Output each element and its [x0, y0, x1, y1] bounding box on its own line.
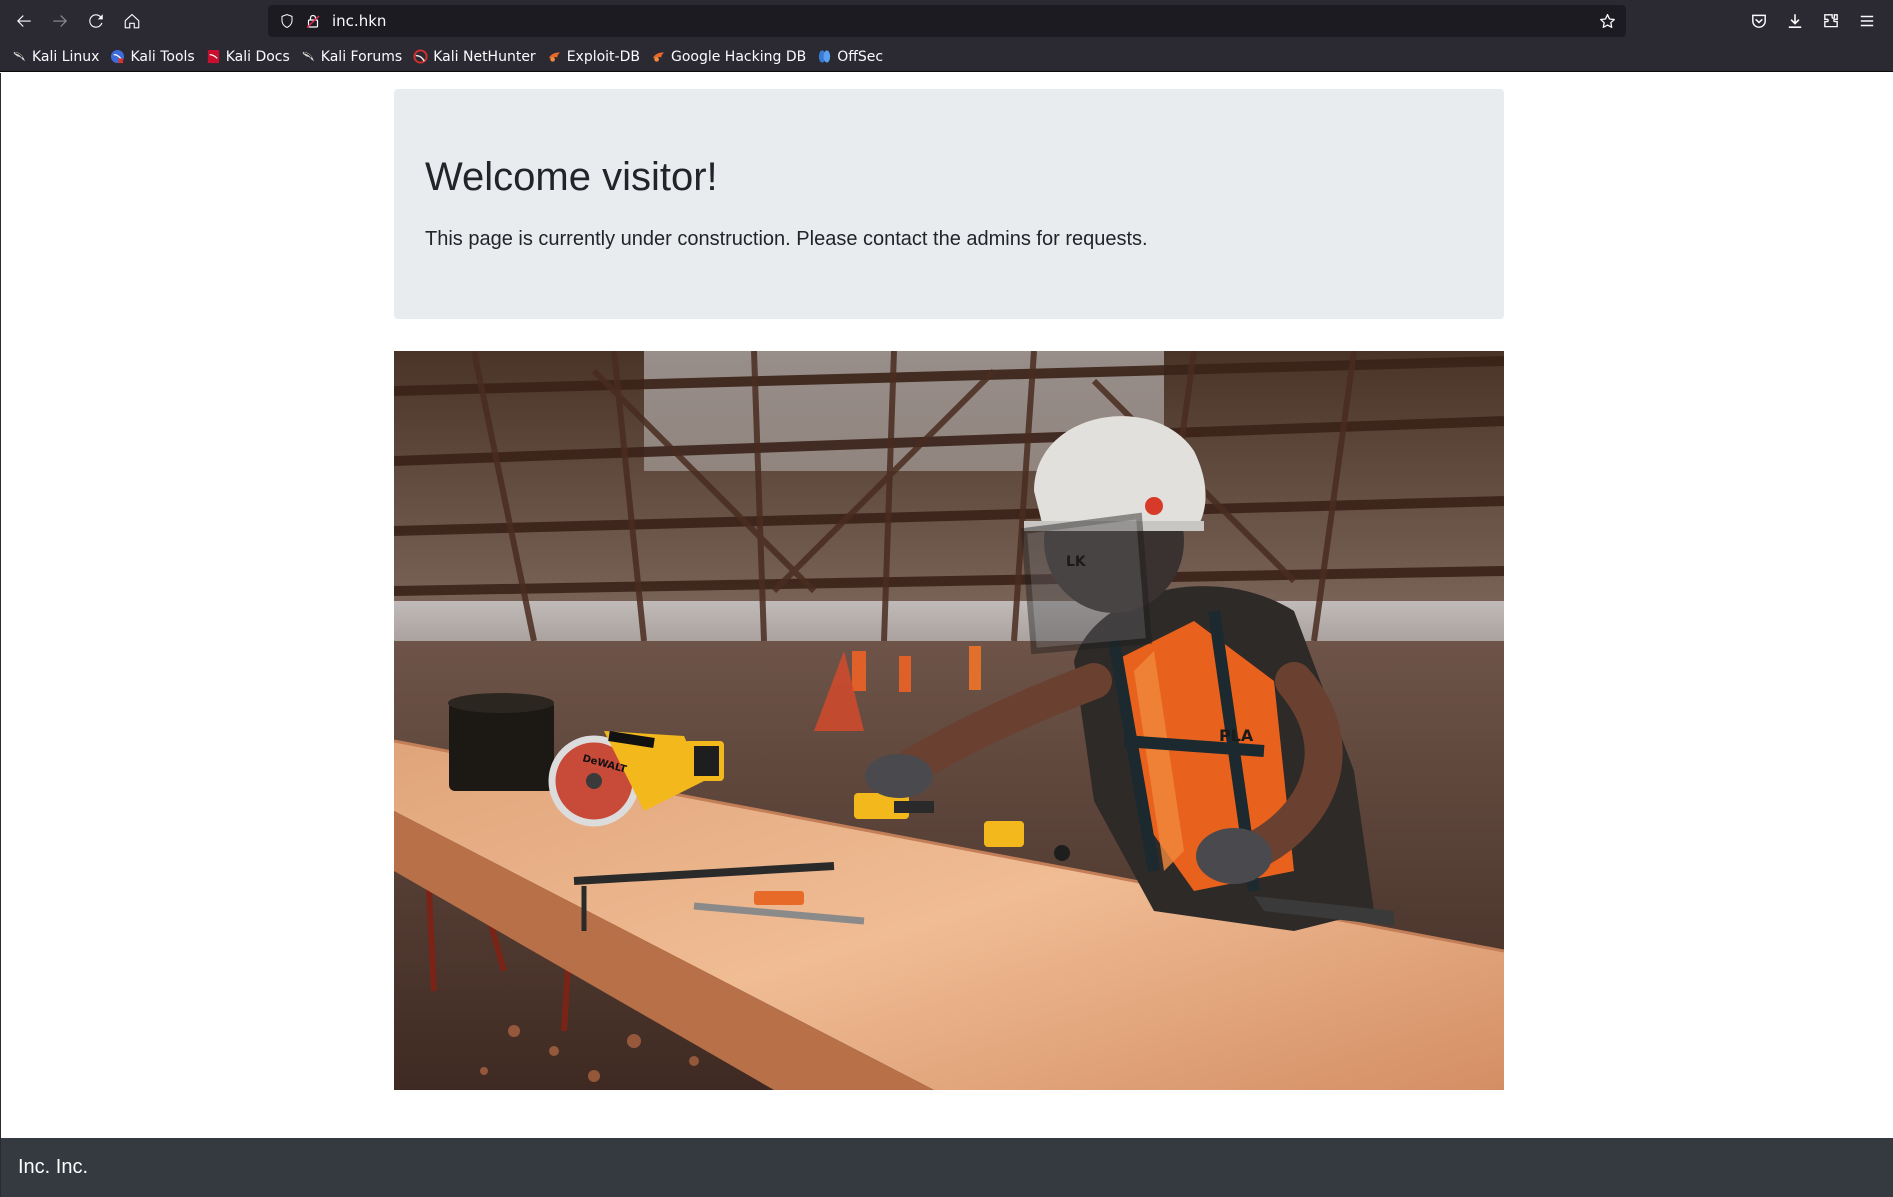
puzzle-icon [1824, 14, 1838, 28]
offsec-icon [819, 50, 831, 63]
extensions-button[interactable] [1813, 3, 1849, 39]
bookmark-google-hacking-db[interactable]: Google Hacking DB [651, 49, 806, 65]
browser-toolbar: inc.hkn [0, 0, 1893, 42]
bookmark-label: Kali NetHunter [433, 48, 536, 65]
nethunter-icon [413, 49, 428, 64]
construction-notice: This page is currently under constructio… [425, 228, 1148, 250]
kali-dragon-icon [302, 51, 314, 62]
kali-tools-icon [111, 49, 125, 64]
downloads-button[interactable] [1777, 3, 1813, 39]
shield-icon[interactable] [276, 10, 298, 32]
bookmark-label: Kali Docs [225, 48, 290, 65]
bookmarks-toolbar: Kali Linux Kali Tools Kali Docs Kali For… [0, 42, 1893, 72]
bookmark-kali-nethunter[interactable]: Kali NetHunter [413, 48, 536, 65]
forward-arrow-icon [53, 15, 67, 27]
toolbar-right-actions [1741, 3, 1885, 39]
kali-docs-icon [207, 49, 219, 64]
kali-dragon-icon [13, 51, 26, 62]
back-button[interactable] [6, 3, 42, 39]
home-button[interactable] [114, 3, 150, 39]
construction-scene-illustration: LK PLA DeWALT [394, 351, 1504, 1090]
bookmark-label: OffSec [837, 48, 884, 65]
bookmark-kali-tools[interactable]: Kali Tools [110, 48, 195, 65]
welcome-jumbotron: Welcome visitor! This page is currently … [394, 89, 1504, 319]
menu-button[interactable] [1849, 3, 1885, 39]
bookmark-star-icon[interactable] [1596, 10, 1618, 32]
pocket-icon [1752, 14, 1766, 28]
bookmark-kali-linux[interactable]: Kali Linux [12, 49, 99, 65]
bookmark-kali-forums[interactable]: Kali Forums [301, 49, 402, 65]
home-icon [124, 13, 140, 29]
forward-button[interactable] [42, 3, 78, 39]
construction-worker-photo: LK PLA DeWALT [394, 351, 1504, 1090]
bookmark-label: Kali Linux [32, 48, 100, 65]
address-bar[interactable]: inc.hkn [268, 5, 1626, 37]
page-title: Welcome visitor! [425, 155, 718, 199]
exploit-db-icon [548, 52, 560, 62]
helmet-text: LK [1066, 554, 1087, 570]
site-footer: Inc. Inc. [1, 1138, 1893, 1197]
pocket-button[interactable] [1741, 3, 1777, 39]
download-icon [1788, 14, 1802, 28]
bookmark-exploit-db[interactable]: Exploit-DB [547, 49, 640, 65]
vest-text: PLA [1219, 726, 1254, 745]
footer-text: Inc. Inc. [18, 1156, 89, 1178]
ghdb-icon [652, 52, 665, 62]
reload-button[interactable] [78, 3, 114, 39]
bookmark-kali-docs[interactable]: Kali Docs [206, 49, 290, 65]
url-text[interactable]: inc.hkn [332, 12, 386, 30]
page-viewport: Welcome visitor! This page is currently … [0, 73, 1893, 1197]
hamburger-menu-icon [1860, 15, 1874, 27]
reload-icon [89, 14, 103, 28]
bookmark-label: Kali Tools [130, 48, 195, 65]
insecure-lock-icon[interactable] [302, 10, 324, 32]
bookmark-offsec[interactable]: OffSec [817, 49, 883, 65]
bookmark-label: Kali Forums [320, 48, 403, 65]
bookmark-label: Google Hacking DB [670, 48, 807, 65]
back-arrow-icon [17, 15, 31, 27]
bookmark-label: Exploit-DB [566, 48, 640, 65]
